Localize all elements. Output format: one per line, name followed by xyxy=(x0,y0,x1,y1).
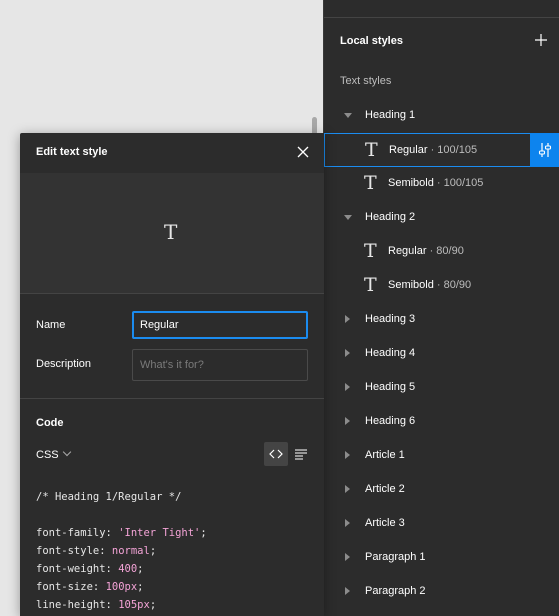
style-group-label: Heading 3 xyxy=(365,313,416,325)
edit-style-button[interactable] xyxy=(530,133,559,167)
code-line: line-height: 105px; xyxy=(36,599,157,611)
style-group-row[interactable]: Article 3 xyxy=(324,507,559,541)
style-group-row[interactable]: Heading 5 xyxy=(324,371,559,405)
style-name-text: Regular xyxy=(389,144,428,156)
css-value: 100px xyxy=(105,581,138,593)
css-property: font-weight xyxy=(36,563,106,575)
name-label: Name xyxy=(36,319,66,331)
style-size-meta: · 80/90 xyxy=(433,279,472,291)
css-value: normal xyxy=(111,545,150,557)
caret-right-icon[interactable] xyxy=(345,417,350,425)
style-group-label: Article 1 xyxy=(365,449,405,461)
caret-right-icon[interactable] xyxy=(345,485,350,493)
style-name-text: Regular xyxy=(388,245,427,257)
text-style-row[interactable]: T Semibold · 100/105 xyxy=(324,167,559,201)
add-style-button[interactable] xyxy=(532,31,550,49)
style-size-meta: · 100/105 xyxy=(427,144,478,156)
caret-right-icon[interactable] xyxy=(345,451,350,459)
css-value: 400 xyxy=(118,563,138,575)
description-label: Description xyxy=(36,358,92,370)
style-group-row[interactable]: Heading 3 xyxy=(324,303,559,337)
style-group-label: Paragraph 2 xyxy=(365,585,426,597)
style-group-label: Article 2 xyxy=(365,483,405,495)
section-label-text-styles: Text styles xyxy=(340,75,392,87)
caret-down-icon[interactable] xyxy=(344,215,352,220)
text-style-row[interactable]: T Semibold · 80/90 xyxy=(324,269,559,303)
text-style-name: Regular · 80/90 xyxy=(388,245,464,257)
language-value: CSS xyxy=(36,449,59,461)
name-input[interactable] xyxy=(132,311,308,339)
close-icon xyxy=(297,146,309,158)
close-button[interactable] xyxy=(295,144,311,160)
style-group-row[interactable]: Heading 2 xyxy=(324,201,559,235)
caret-right-icon[interactable] xyxy=(345,349,350,357)
text-style-preview: T xyxy=(20,173,324,293)
style-group-row[interactable]: Paragraph 2 xyxy=(324,575,559,609)
code-line: font-size: 100px; xyxy=(36,581,144,593)
code-icon xyxy=(269,449,283,459)
divider xyxy=(20,398,324,399)
style-group-label: Paragraph 1 xyxy=(365,551,426,563)
style-group-label: Heading 2 xyxy=(365,211,416,223)
text-style-row[interactable]: T Regular · 80/90 xyxy=(324,235,559,269)
css-value: 'Inter Tight' xyxy=(118,527,201,539)
language-select[interactable]: CSS xyxy=(36,447,71,461)
text-style-name: Regular · 100/105 xyxy=(389,144,477,156)
css-code-block: /* Heading 1/Regular */ font-family: 'In… xyxy=(36,488,207,614)
caret-right-icon[interactable] xyxy=(345,315,350,323)
text-style-row[interactable]: T Regular · 100/105 xyxy=(324,133,559,167)
list-icon xyxy=(295,449,307,460)
code-line: font-family: 'Inter Tight'; xyxy=(36,527,207,539)
text-style-icon: T xyxy=(364,274,377,296)
style-group-row[interactable]: Heading 1 xyxy=(324,99,559,133)
style-group-label: Article 3 xyxy=(365,517,405,529)
text-style-name: Semibold · 80/90 xyxy=(388,279,471,291)
text-style-icon: T xyxy=(364,240,377,262)
adjust-icon xyxy=(538,143,552,157)
css-property: font-family xyxy=(36,527,106,539)
style-size-meta: · 80/90 xyxy=(426,245,464,257)
style-group-row[interactable]: Article 1 xyxy=(324,439,559,473)
caret-right-icon[interactable] xyxy=(345,383,350,391)
panel-title: Local styles xyxy=(340,35,403,47)
caret-right-icon[interactable] xyxy=(345,587,350,595)
plus-icon xyxy=(535,34,547,46)
style-name-text: Semibold xyxy=(388,279,434,291)
code-section-title: Code xyxy=(36,417,64,429)
caret-right-icon[interactable] xyxy=(345,553,350,561)
code-line: font-weight: 400; xyxy=(36,563,144,575)
local-styles-panel: Local styles Text styles Heading 1 T Regul… xyxy=(323,0,559,616)
code-comment: /* Heading 1/Regular */ xyxy=(36,491,182,503)
css-property: font-size xyxy=(36,581,93,593)
chevron-down-icon xyxy=(62,447,71,457)
caret-down-icon[interactable] xyxy=(344,113,352,118)
css-property: line-height xyxy=(36,599,106,611)
css-value: 105px xyxy=(118,599,150,611)
text-style-name: Semibold · 100/105 xyxy=(388,177,483,189)
style-group-label: Heading 5 xyxy=(365,381,416,393)
style-group-row[interactable]: Heading 6 xyxy=(324,405,559,439)
style-name-text: Semibold xyxy=(388,177,434,189)
edit-text-style-dialog: Edit text style T Name Description Code … xyxy=(20,133,324,616)
divider xyxy=(20,293,324,294)
style-group-label: Heading 1 xyxy=(365,109,416,121)
style-group-row[interactable]: Article 2 xyxy=(324,473,559,507)
dialog-title: Edit text style xyxy=(36,146,108,158)
style-group-label: Heading 4 xyxy=(365,347,416,359)
style-group-row[interactable]: Paragraph 1 xyxy=(324,541,559,575)
css-property: font-style xyxy=(36,545,100,557)
style-size-meta: · 100/105 xyxy=(433,177,484,189)
description-input[interactable] xyxy=(132,349,308,381)
panel-divider xyxy=(324,17,559,18)
preview-glyph: T xyxy=(164,220,178,244)
style-group-row[interactable]: Heading 4 xyxy=(324,337,559,371)
text-style-icon: T xyxy=(364,172,377,194)
text-style-icon: T xyxy=(365,139,378,161)
code-view-toggle[interactable] xyxy=(264,442,288,466)
list-view-toggle[interactable] xyxy=(294,447,308,461)
code-line: font-style: normal; xyxy=(36,545,157,557)
caret-right-icon[interactable] xyxy=(345,519,350,527)
style-group-label: Heading 6 xyxy=(365,415,416,427)
